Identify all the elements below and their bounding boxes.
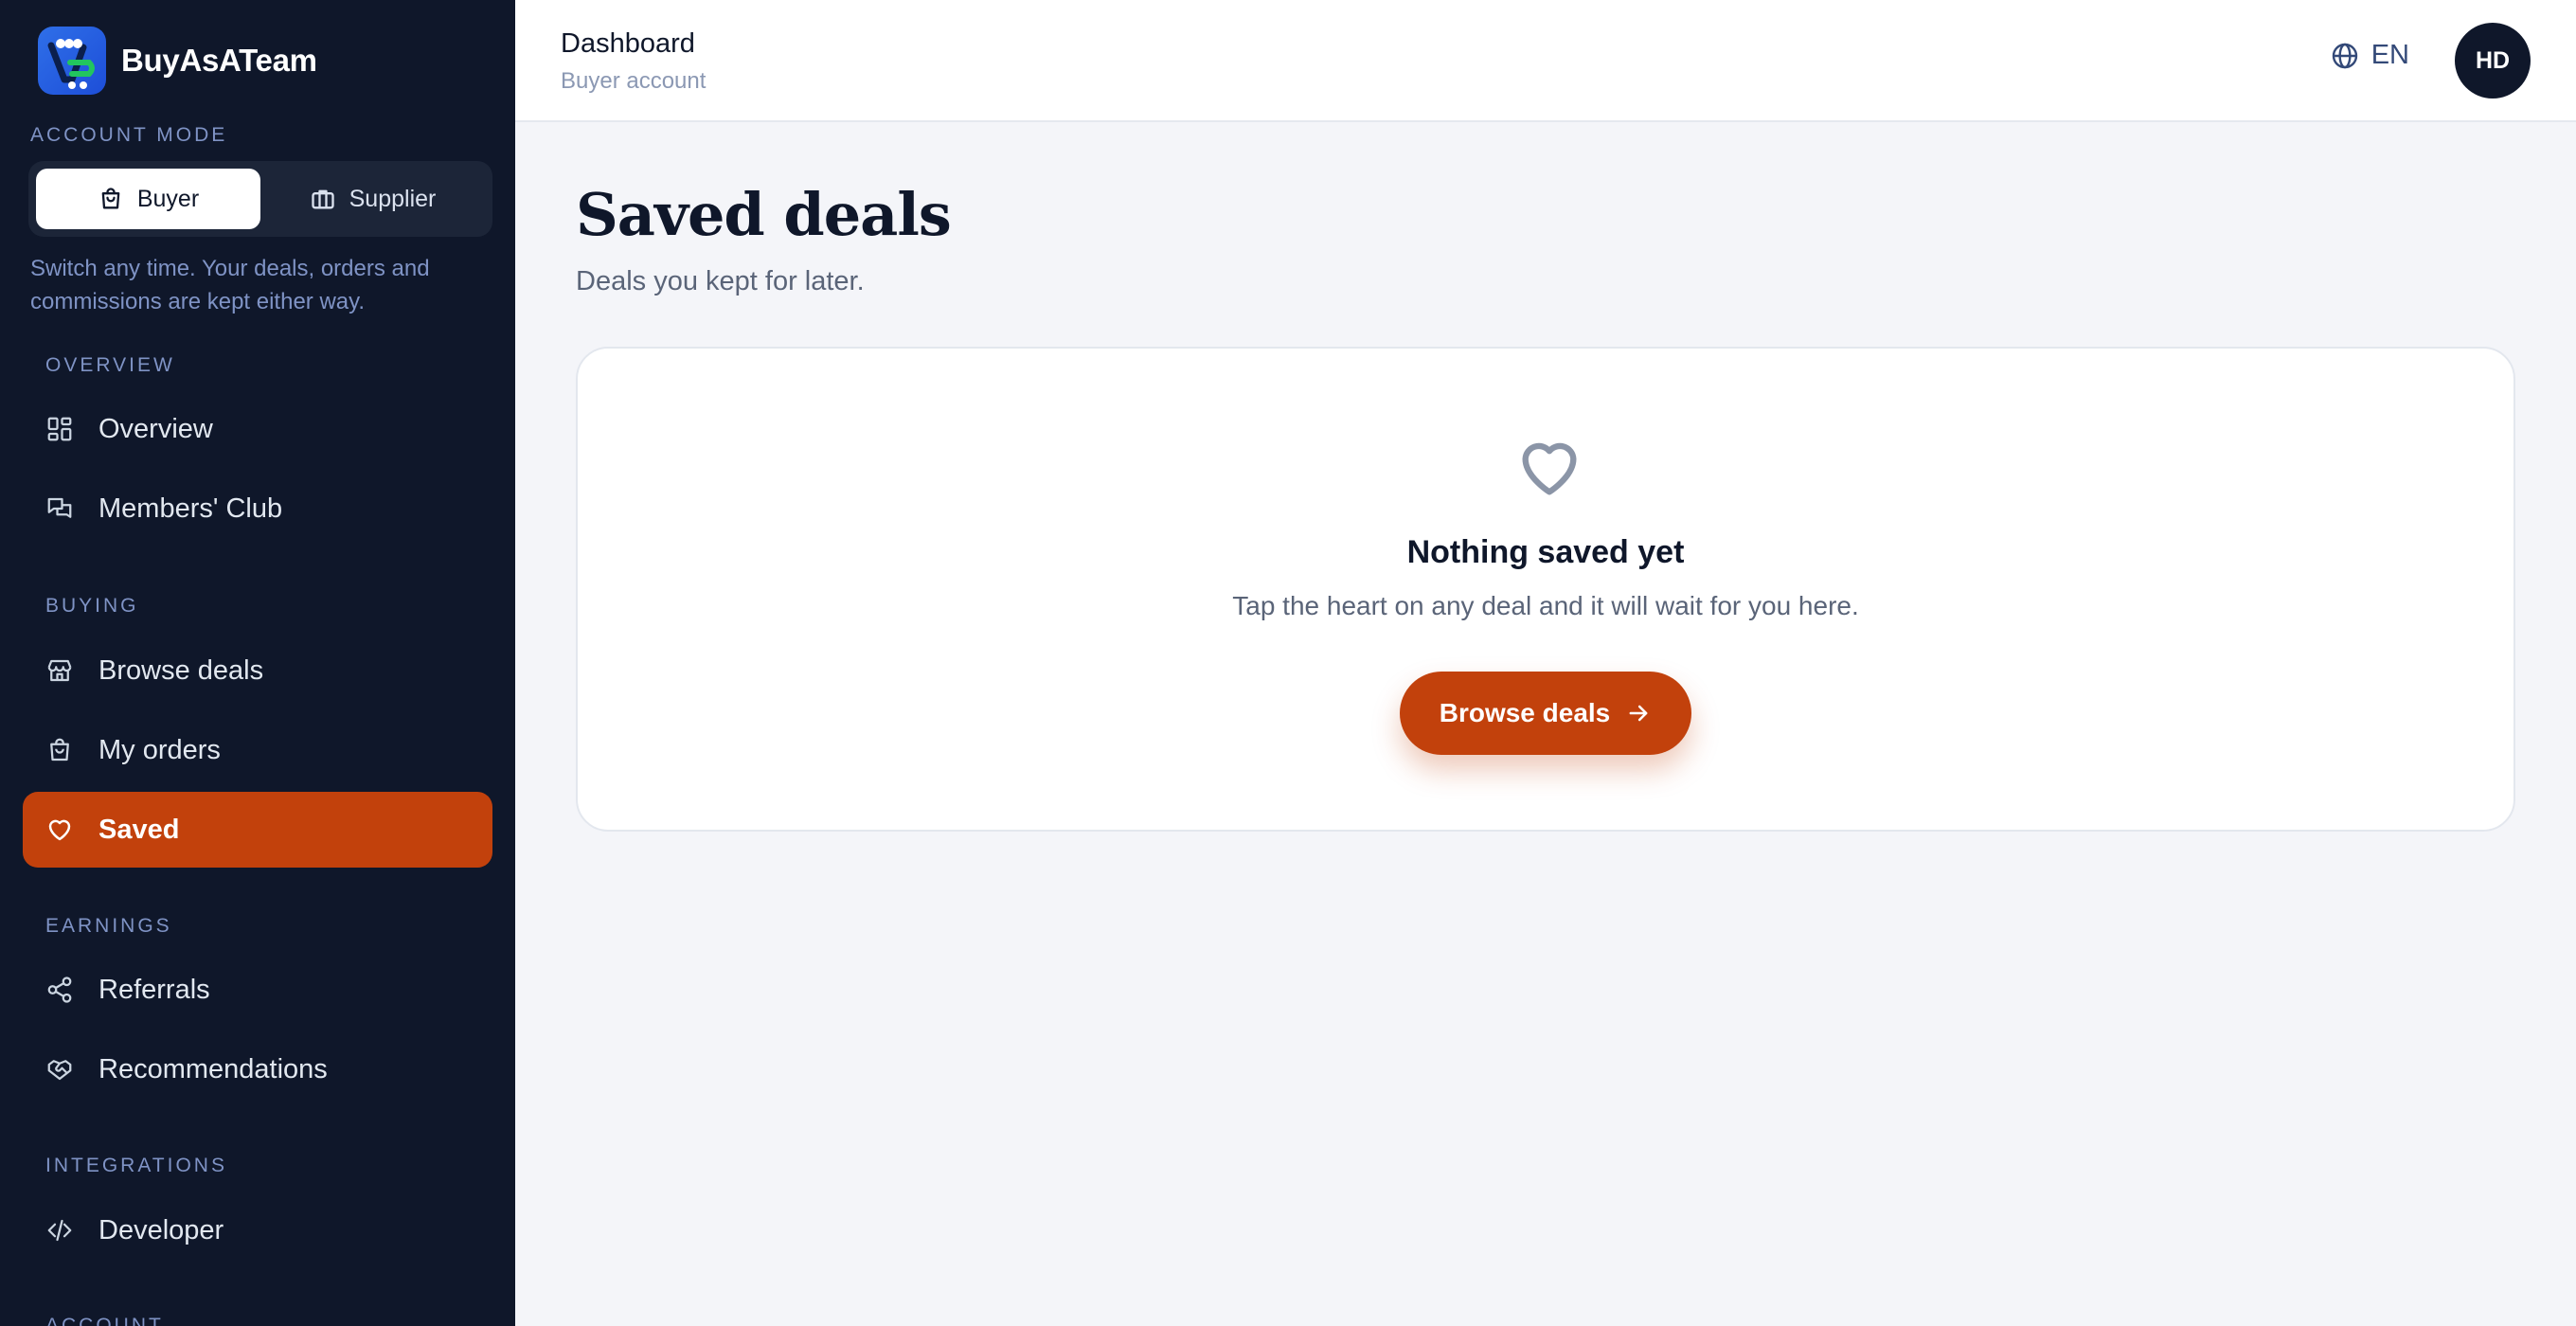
nav-section-integrations: INTEGRATIONS (45, 1155, 227, 1176)
top-header: Dashboard Buyer account EN HD (515, 0, 2576, 122)
browse-deals-label: Browse deals (1439, 698, 1611, 727)
mode-buyer-button[interactable]: Buyer (36, 169, 260, 229)
account-mode-hint: Switch any time. Your deals, orders and … (30, 256, 430, 314)
mode-buyer-label: Buyer (136, 185, 200, 212)
sidebar-item-label: Overview (98, 413, 213, 444)
empty-state-card: Nothing saved yet Tap the heart on any d… (576, 347, 2515, 832)
nav-section-account: ACCOUNT (45, 1315, 164, 1326)
shopping-bag-icon (101, 188, 120, 209)
sidebar-item-overview[interactable]: Overview (23, 391, 492, 467)
empty-state-text: Tap the heart on any deal and it will wa… (1232, 591, 1859, 620)
empty-state-title: Nothing saved yet (1406, 534, 1685, 570)
account-mode-switch: Buyer Supplier (28, 161, 492, 237)
sidebar-item-label: Browse deals (98, 654, 264, 686)
heart-icon (1522, 442, 1577, 495)
browse-deals-button[interactable]: Browse deals (1400, 672, 1691, 755)
header-subtitle: Buyer account (561, 68, 707, 94)
sidebar-item-label: Recommendations (98, 1053, 328, 1084)
code-icon (47, 1219, 72, 1242)
sidebar-item-referrals[interactable]: Referrals (23, 952, 492, 1028)
chat-icon (47, 497, 72, 518)
share-icon (47, 977, 72, 1003)
store-icon (47, 659, 72, 682)
globe-icon (2332, 43, 2357, 68)
sidebar-item-label: Developer (98, 1214, 224, 1245)
sidebar-item-members-club[interactable]: Members' Club (23, 471, 492, 547)
arrow-right-icon (1629, 705, 1648, 722)
page-subtitle: Deals you kept for later. (576, 266, 865, 296)
sidebar-item-my-orders[interactable]: My orders (23, 712, 492, 788)
sidebar-item-browse-deals[interactable]: Browse deals (23, 633, 492, 708)
shopping-bag-icon (50, 738, 69, 762)
sidebar-item-label: Saved (98, 814, 180, 845)
header-title: Dashboard (561, 28, 695, 59)
briefcase-icon (311, 189, 334, 209)
language-label: EN (2370, 40, 2409, 70)
nav-section-earnings: EARNINGS (45, 915, 172, 937)
sidebar: BuyAsATeam ACCOUNT MODE Buyer Supplier S… (0, 0, 515, 1326)
account-mode-label: ACCOUNT MODE (30, 124, 228, 146)
brand-name: BuyAsATeam (121, 43, 317, 78)
mode-supplier-label: Supplier (349, 185, 437, 212)
nav-section-overview: OVERVIEW (45, 354, 175, 376)
handshake-icon (47, 1060, 72, 1081)
heart-icon (48, 819, 71, 841)
mode-supplier-button[interactable]: Supplier (260, 169, 485, 229)
sidebar-item-developer[interactable]: Developer (23, 1192, 492, 1268)
grid-icon (47, 417, 72, 441)
sidebar-item-label: Members' Club (98, 493, 283, 524)
sidebar-item-label: Referrals (98, 974, 210, 1005)
sidebar-item-saved[interactable]: Saved (23, 792, 492, 868)
avatar[interactable]: HD (2455, 23, 2531, 99)
sidebar-item-label: My orders (98, 734, 221, 765)
page-title: Saved deals (576, 180, 952, 249)
language-switcher[interactable]: EN (2330, 40, 2409, 71)
brand-logo-icon (38, 27, 106, 95)
sidebar-item-recommendations[interactable]: Recommendations (23, 1031, 492, 1107)
brand[interactable]: BuyAsATeam (38, 27, 317, 95)
nav-section-buying: BUYING (45, 595, 139, 617)
